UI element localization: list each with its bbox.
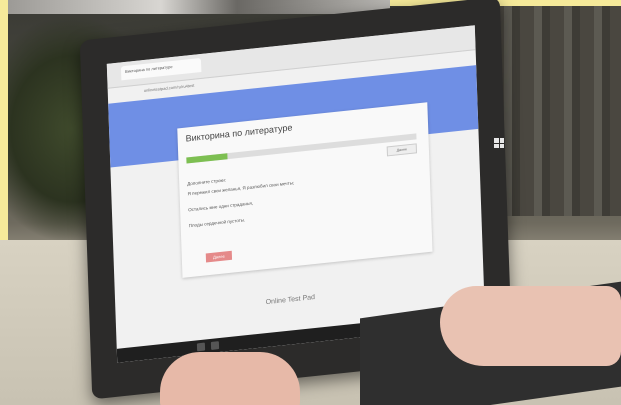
submit-button[interactable]: Далее (205, 250, 233, 263)
taskbar-app-icon[interactable] (210, 341, 220, 350)
site-logo: Online Test Pad (265, 294, 316, 307)
question-line: Дополните строки: (187, 177, 227, 187)
top-photo-strip (8, 0, 390, 14)
question-line: Плоды сердечной пустоты. (188, 217, 246, 229)
next-button[interactable]: Далее (386, 143, 418, 157)
quiz-title: Викторина по литературе (185, 122, 293, 144)
right-hand (440, 286, 621, 366)
browser-tab[interactable]: Викторина по литературе (120, 57, 202, 81)
quiz-card: Викторина по литературе Далее Дополните … (177, 102, 433, 278)
photo-scene: Викторина по литературе onlinetestpad.co… (0, 0, 621, 405)
question-line: Остались мне одни страданья, (188, 200, 254, 213)
progress-fill (186, 153, 228, 164)
left-hand (160, 352, 300, 405)
taskbar-app-icon[interactable] (196, 342, 206, 352)
windows-logo-icon (494, 138, 504, 148)
